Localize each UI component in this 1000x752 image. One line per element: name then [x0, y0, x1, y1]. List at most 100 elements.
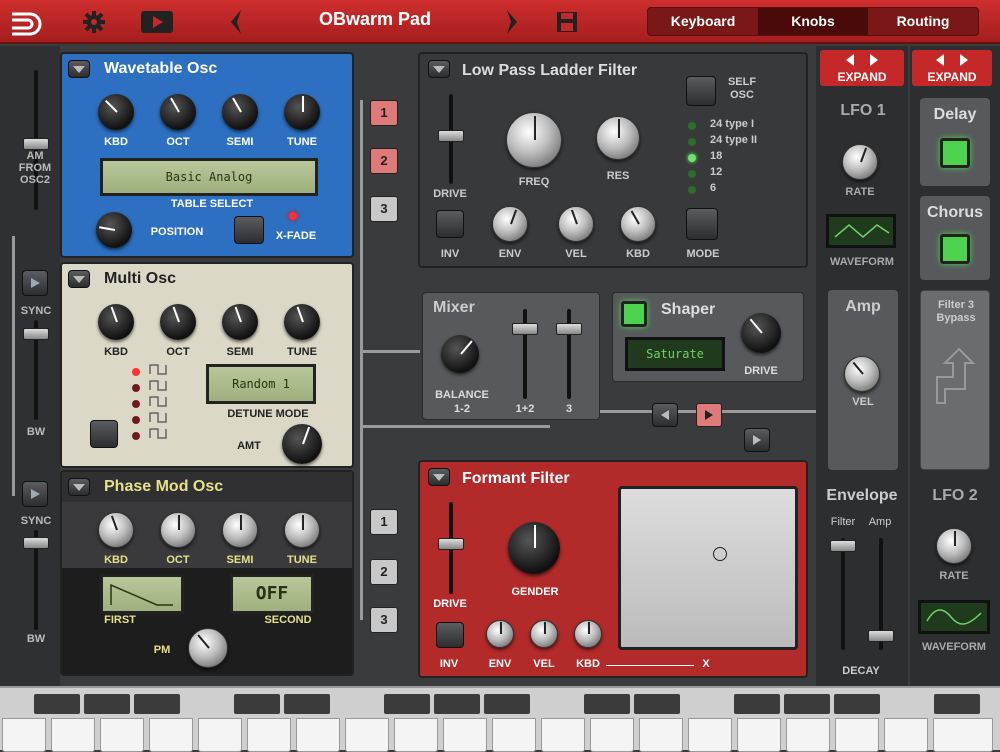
env-knob[interactable] — [486, 620, 514, 648]
black-key[interactable] — [484, 694, 530, 714]
inv-button[interactable] — [436, 622, 464, 648]
multi-button[interactable] — [90, 420, 118, 448]
route-button-3[interactable]: 3 — [370, 196, 398, 222]
white-key[interactable] — [443, 718, 487, 752]
white-key[interactable] — [786, 718, 830, 752]
vel-knob[interactable] — [530, 620, 558, 648]
tab-keyboard[interactable]: Keyboard — [648, 8, 758, 35]
white-key[interactable] — [688, 718, 732, 752]
lfo2-rate-knob[interactable] — [936, 528, 972, 564]
black-key[interactable] — [284, 694, 330, 714]
white-key[interactable] — [2, 718, 46, 752]
table-lcd[interactable]: Basic Analog — [100, 158, 318, 196]
black-key[interactable] — [934, 694, 980, 714]
white-key[interactable] — [933, 718, 993, 752]
lfo2-waveform-lcd[interactable] — [918, 600, 990, 634]
mode-button[interactable] — [686, 208, 718, 240]
white-key[interactable] — [492, 718, 536, 752]
white-key[interactable] — [345, 718, 389, 752]
menu-button[interactable] — [68, 478, 90, 496]
vel-knob[interactable] — [558, 206, 594, 242]
shaper-enable-button[interactable] — [621, 301, 647, 327]
white-key[interactable] — [198, 718, 242, 752]
drive-slider-thumb[interactable] — [438, 538, 464, 550]
route-right-button[interactable] — [744, 428, 770, 452]
expand-button[interactable]: EXPAND — [912, 50, 992, 86]
first-lcd[interactable] — [100, 574, 184, 614]
route-button-2[interactable]: 2 — [370, 148, 398, 174]
route-button-2[interactable]: 2 — [370, 559, 398, 585]
kbd-knob[interactable] — [98, 304, 134, 340]
menu-button[interactable] — [68, 60, 90, 78]
white-key[interactable] — [884, 718, 928, 752]
drive-slider-thumb[interactable] — [438, 130, 464, 142]
lfo1-rate-knob[interactable] — [842, 144, 878, 180]
lfo1-waveform-lcd[interactable] — [826, 214, 896, 248]
oct-knob[interactable] — [160, 512, 196, 548]
waveform-led[interactable] — [132, 416, 140, 424]
delay-enable-button[interactable] — [940, 138, 970, 168]
shaper-lcd[interactable]: Saturate — [625, 337, 725, 371]
black-key[interactable] — [384, 694, 430, 714]
xy-pad-cursor[interactable] — [713, 547, 727, 561]
xfade-button[interactable] — [234, 216, 264, 244]
white-key[interactable] — [296, 718, 340, 752]
black-key[interactable] — [584, 694, 630, 714]
type-led[interactable] — [688, 154, 696, 162]
semi-knob[interactable] — [222, 304, 258, 340]
waveform-led[interactable] — [132, 368, 140, 376]
type-led[interactable] — [688, 170, 696, 178]
type-led[interactable] — [688, 122, 696, 130]
tab-knobs[interactable]: Knobs — [758, 8, 868, 35]
semi-knob[interactable] — [222, 512, 258, 548]
menu-button[interactable] — [68, 270, 90, 288]
white-key[interactable] — [247, 718, 291, 752]
black-key[interactable] — [434, 694, 480, 714]
black-key[interactable] — [634, 694, 680, 714]
filter3-bypass-panel[interactable]: Filter 3 Bypass — [920, 290, 990, 470]
black-key[interactable] — [834, 694, 880, 714]
type-led[interactable] — [688, 138, 696, 146]
freq-knob[interactable] — [506, 112, 562, 168]
res-knob[interactable] — [596, 116, 640, 160]
tune-knob[interactable] — [284, 94, 320, 130]
waveform-led[interactable] — [132, 432, 140, 440]
bw-slider-thumb[interactable] — [23, 328, 49, 340]
xy-pad[interactable] — [618, 486, 798, 650]
kbd-knob[interactable] — [574, 620, 602, 648]
sync-button[interactable] — [22, 270, 48, 296]
amt-knob[interactable] — [282, 424, 322, 464]
menu-button[interactable] — [428, 468, 450, 486]
route-button-1[interactable]: 1 — [370, 100, 398, 126]
black-key[interactable] — [234, 694, 280, 714]
black-key[interactable] — [84, 694, 130, 714]
white-key[interactable] — [51, 718, 95, 752]
black-key[interactable] — [734, 694, 780, 714]
white-key[interactable] — [541, 718, 585, 752]
white-key[interactable] — [394, 718, 438, 752]
sync-button[interactable] — [22, 481, 48, 507]
gear-icon[interactable] — [82, 10, 106, 34]
oct-knob[interactable] — [160, 304, 196, 340]
expand-button[interactable]: EXPAND — [820, 50, 904, 86]
env-knob[interactable] — [492, 206, 528, 242]
video-button[interactable] — [141, 11, 173, 33]
route-button-3[interactable]: 3 — [370, 607, 398, 633]
filter-decay-slider-track[interactable] — [841, 538, 845, 650]
tab-routing[interactable]: Routing — [868, 8, 978, 35]
position-knob[interactable] — [96, 212, 132, 248]
route-right-button[interactable] — [696, 403, 722, 427]
detune-lcd[interactable]: Random 1 — [206, 364, 316, 404]
waveform-led[interactable] — [132, 384, 140, 392]
mix-12-slider-thumb[interactable] — [512, 323, 538, 335]
tune-knob[interactable] — [284, 512, 320, 548]
route-button-1[interactable]: 1 — [370, 509, 398, 535]
inv-button[interactable] — [436, 210, 464, 238]
menu-button[interactable] — [428, 60, 450, 78]
amp-decay-slider-thumb[interactable] — [868, 630, 894, 642]
second-lcd[interactable]: OFF — [230, 574, 314, 614]
semi-knob[interactable] — [222, 94, 258, 130]
waveform-led[interactable] — [132, 400, 140, 408]
filter-decay-slider-thumb[interactable] — [830, 540, 856, 552]
kbd-knob[interactable] — [98, 512, 134, 548]
